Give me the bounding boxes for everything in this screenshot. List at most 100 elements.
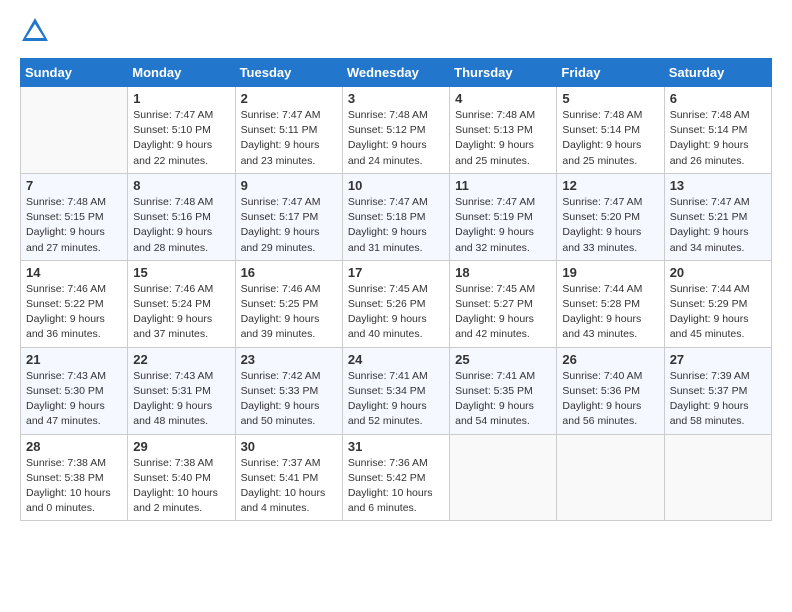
day-info: Sunrise: 7:42 AMSunset: 5:33 PMDaylight:… — [241, 369, 337, 430]
sunrise-text: Sunrise: 7:36 AM — [348, 457, 428, 469]
calendar-day-cell — [450, 434, 557, 521]
sunset-text: Sunset: 5:36 PM — [562, 385, 640, 397]
daylight-text: Daylight: 9 hours and 54 minutes. — [455, 400, 534, 427]
daylight-text: Daylight: 9 hours and 33 minutes. — [562, 226, 641, 253]
sunrise-text: Sunrise: 7:45 AM — [455, 283, 535, 295]
day-info: Sunrise: 7:47 AMSunset: 5:21 PMDaylight:… — [670, 195, 766, 256]
daylight-text: Daylight: 9 hours and 36 minutes. — [26, 313, 105, 340]
weekday-header-monday: Monday — [128, 59, 235, 87]
sunrise-text: Sunrise: 7:48 AM — [455, 109, 535, 121]
calendar-day-cell: 7Sunrise: 7:48 AMSunset: 5:15 PMDaylight… — [21, 173, 128, 260]
day-info: Sunrise: 7:48 AMSunset: 5:16 PMDaylight:… — [133, 195, 229, 256]
calendar-day-cell: 5Sunrise: 7:48 AMSunset: 5:14 PMDaylight… — [557, 87, 664, 174]
daylight-text: Daylight: 9 hours and 24 minutes. — [348, 139, 427, 166]
sunset-text: Sunset: 5:26 PM — [348, 298, 426, 310]
day-number: 2 — [241, 91, 337, 106]
calendar-day-cell: 17Sunrise: 7:45 AMSunset: 5:26 PMDayligh… — [342, 260, 449, 347]
daylight-text: Daylight: 10 hours and 6 minutes. — [348, 487, 433, 514]
sunrise-text: Sunrise: 7:39 AM — [670, 370, 750, 382]
calendar-day-cell: 25Sunrise: 7:41 AMSunset: 5:35 PMDayligh… — [450, 347, 557, 434]
sunrise-text: Sunrise: 7:38 AM — [133, 457, 213, 469]
sunset-text: Sunset: 5:34 PM — [348, 385, 426, 397]
daylight-text: Daylight: 9 hours and 32 minutes. — [455, 226, 534, 253]
daylight-text: Daylight: 9 hours and 50 minutes. — [241, 400, 320, 427]
weekday-header-saturday: Saturday — [664, 59, 771, 87]
sunset-text: Sunset: 5:38 PM — [26, 472, 104, 484]
calendar-week-row: 1Sunrise: 7:47 AMSunset: 5:10 PMDaylight… — [21, 87, 772, 174]
page-header — [20, 16, 772, 46]
calendar-week-row: 7Sunrise: 7:48 AMSunset: 5:15 PMDaylight… — [21, 173, 772, 260]
sunrise-text: Sunrise: 7:38 AM — [26, 457, 106, 469]
sunrise-text: Sunrise: 7:43 AM — [133, 370, 213, 382]
day-info: Sunrise: 7:36 AM Sunset: 5:42 PM Daylight:… — [348, 456, 444, 517]
day-number: 1 — [133, 91, 229, 106]
day-number: 5 — [562, 91, 658, 106]
day-info: Sunrise: 7:47 AMSunset: 5:20 PMDaylight:… — [562, 195, 658, 256]
sunrise-text: Sunrise: 7:47 AM — [670, 196, 750, 208]
daylight-text: Daylight: 9 hours and 52 minutes. — [348, 400, 427, 427]
day-number: 26 — [562, 352, 658, 367]
sunset-text: Sunset: 5:21 PM — [670, 211, 748, 223]
sunset-text: Sunset: 5:13 PM — [455, 124, 533, 136]
calendar-day-cell: 8Sunrise: 7:48 AMSunset: 5:16 PMDaylight… — [128, 173, 235, 260]
day-info: Sunrise: 7:41 AM Sunset: 5:35 PM Daylight:… — [455, 369, 551, 430]
calendar-day-cell: 16Sunrise: 7:46 AMSunset: 5:25 PMDayligh… — [235, 260, 342, 347]
daylight-text: Daylight: 10 hours and 2 minutes. — [133, 487, 218, 514]
daylight-text: Daylight: 9 hours and 29 minutes. — [241, 226, 320, 253]
daylight-text: Daylight: 9 hours and 56 minutes. — [562, 400, 641, 427]
calendar-day-cell: 11Sunrise: 7:47 AMSunset: 5:19 PMDayligh… — [450, 173, 557, 260]
sunset-text: Sunset: 5:30 PM — [26, 385, 104, 397]
day-number: 12 — [562, 178, 658, 193]
day-number: 28 — [26, 439, 122, 454]
sunrise-text: Sunrise: 7:44 AM — [670, 283, 750, 295]
calendar-day-cell: 15Sunrise: 7:46 AMSunset: 5:24 PMDayligh… — [128, 260, 235, 347]
day-number: 15 — [133, 265, 229, 280]
calendar-week-row: 21 Sunrise: 7:43 AM Sunset: 5:30 PM Dayligh… — [21, 347, 772, 434]
sunset-text: Sunset: 5:41 PM — [241, 472, 319, 484]
day-info: Sunrise: 7:48 AMSunset: 5:12 PMDaylight:… — [348, 108, 444, 169]
logo-icon — [20, 16, 50, 46]
calendar-day-cell: 23Sunrise: 7:42 AMSunset: 5:33 PMDayligh… — [235, 347, 342, 434]
calendar-day-cell: 31Sunrise: 7:36 AMSunset: 5:42 PMDayligh… — [342, 434, 449, 521]
day-number: 24 — [348, 352, 444, 367]
day-number: 21 — [26, 352, 122, 367]
daylight-text: Daylight: 9 hours and 22 minutes. — [133, 139, 212, 166]
sunrise-text: Sunrise: 7:37 AM — [241, 457, 321, 469]
sunset-text: Sunset: 5:17 PM — [241, 211, 319, 223]
sunset-text: Sunset: 5:11 PM — [241, 124, 318, 136]
daylight-text: Daylight: 9 hours and 25 minutes. — [562, 139, 641, 166]
day-info: Sunrise: 7:37 AMSunset: 5:41 PMDaylight:… — [241, 456, 337, 517]
sunrise-text: Sunrise: 7:48 AM — [670, 109, 750, 121]
day-info: Sunrise: 7:39 AMSunset: 5:37 PMDaylight:… — [670, 369, 766, 430]
day-info: Sunrise: 7:47 AMSunset: 5:18 PMDaylight:… — [348, 195, 444, 256]
sunset-text: Sunset: 5:35 PM — [455, 385, 533, 397]
weekday-header-tuesday: Tuesday — [235, 59, 342, 87]
calendar-day-cell: 21Sunrise: 7:43 AMSunset: 5:30 PMDayligh… — [21, 347, 128, 434]
day-number: 16 — [241, 265, 337, 280]
day-info: Sunrise: 7:43 AMSunset: 5:30 PMDaylight:… — [26, 369, 122, 430]
calendar-day-cell: 13Sunrise: 7:47 AMSunset: 5:21 PMDayligh… — [664, 173, 771, 260]
daylight-text: Daylight: 9 hours and 28 minutes. — [133, 226, 212, 253]
sunset-text: Sunset: 5:42 PM — [348, 472, 426, 484]
weekday-header-thursday: Thursday — [450, 59, 557, 87]
calendar-day-cell: 3Sunrise: 7:48 AMSunset: 5:12 PMDaylight… — [342, 87, 449, 174]
weekday-header-row: SundayMondayTuesdayWednesdayThursdayFrid… — [21, 59, 772, 87]
sunrise-text: Sunrise: 7:43 AM — [26, 370, 106, 382]
calendar-table: SundayMondayTuesdayWednesdayThursdayFrid… — [20, 58, 772, 521]
day-info: Sunrise: 7:43 AMSunset: 5:31 PMDaylight:… — [133, 369, 229, 430]
sunset-text: Sunset: 5:33 PM — [241, 385, 319, 397]
sunrise-text: Sunrise: 7:46 AM — [241, 283, 321, 295]
day-info: Sunrise: 7:47 AMSunset: 5:11 PMDaylight:… — [241, 108, 337, 169]
sunset-text: Sunset: 5:22 PM — [26, 298, 104, 310]
day-info: Sunrise: 7:48 AMSunset: 5:15 PMDaylight:… — [26, 195, 122, 256]
day-info: Sunrise: 7:45 AMSunset: 5:26 PMDaylight:… — [348, 282, 444, 343]
day-number: 18 — [455, 265, 551, 280]
day-info: Sunrise: 7:38 AMSunset: 5:40 PMDaylight:… — [133, 456, 229, 517]
day-info: Sunrise: 7:48 AMSunset: 5:14 PMDaylight:… — [670, 108, 766, 169]
weekday-header-friday: Friday — [557, 59, 664, 87]
sunrise-text: Sunrise: 7:41 AM — [455, 370, 535, 382]
day-number: 10 — [348, 178, 444, 193]
sunset-text: Sunset: 5:12 PM — [348, 124, 426, 136]
sunrise-text: Sunrise: 7:47 AM — [455, 196, 535, 208]
calendar-day-cell: 1Sunrise: 7:47 AMSunset: 5:10 PMDaylight… — [128, 87, 235, 174]
